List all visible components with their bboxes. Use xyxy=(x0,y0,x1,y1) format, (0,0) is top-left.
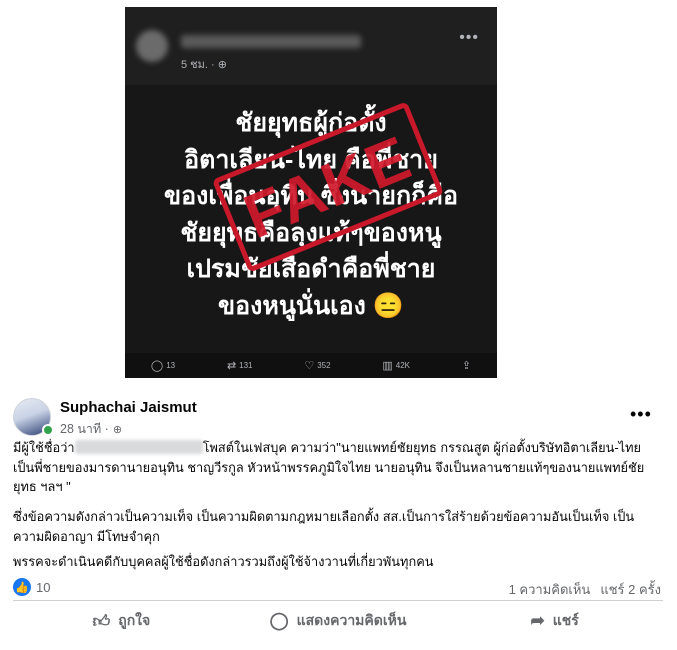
embedded-time-text: 5 ชม. xyxy=(181,59,208,71)
comment-button[interactable]: ◯ แสดงความคิดเห็น xyxy=(230,604,447,638)
engagement-stats: 1 ความคิดเห็น แชร์ 2 ครั้ง xyxy=(509,579,661,600)
post-paragraph-1: มีผู้ใช้ชื่อว่า โพสต์ในเฟสบุค ความว่า"นาย… xyxy=(13,438,663,497)
reaction-summary[interactable]: 👍 10 xyxy=(13,578,50,596)
embedded-post-stats: ◯ 13 ⇄ 131 ♡ 352 ▥ 42K ⇪ xyxy=(125,353,497,378)
embedded-post-time: 5 ชม. · ⊕ xyxy=(181,55,227,73)
like-label: ถูกใจ xyxy=(118,612,151,628)
heart-stat: ♡ 352 xyxy=(304,359,330,372)
share-button[interactable]: ➦ แชร์ xyxy=(446,604,663,638)
more-options-icon[interactable]: ••• xyxy=(630,404,652,425)
blurred-avatar xyxy=(136,30,168,62)
action-bar: 👍︎ ถูกใจ ◯ แสดงความคิดเห็น ➦ แชร์ xyxy=(13,604,663,638)
comment-count: 13 xyxy=(166,361,176,370)
views-count: 42K xyxy=(395,361,411,370)
post-paragraph-3: พรรคจะดำเนินคดีกับบุคคลผู้ใช้ชื่อดังกล่า… xyxy=(13,554,434,569)
views-stat: ▥ 42K xyxy=(382,359,410,372)
comment-bubble-icon: ◯ xyxy=(269,611,289,630)
share-arrow-icon: ➦ xyxy=(530,611,545,630)
author-name[interactable]: Suphachai Jaismut xyxy=(60,399,197,416)
globe-icon: ⊕ xyxy=(112,423,123,436)
repost-icon: ⇄ xyxy=(226,360,237,372)
repost-count: 131 xyxy=(239,361,253,370)
para1-prefix: มีผู้ใช้ชื่อว่า xyxy=(13,440,75,455)
comment-icon: ◯ xyxy=(150,360,164,372)
repost-stat: ⇄ 131 xyxy=(227,359,253,372)
share-icon: ⇪ xyxy=(461,360,472,372)
heart-count: 352 xyxy=(317,361,331,370)
post-paragraph-2: ซึ่งข้อความดังกล่าวเป็นความเท็จ เป็นความ… xyxy=(13,509,635,544)
embedded-line: ของหนูนั่นเอง 😑 xyxy=(218,291,404,320)
online-status-dot xyxy=(42,424,54,436)
like-count: 10 xyxy=(36,579,51,595)
blurred-username xyxy=(74,440,203,454)
share-count-link[interactable]: แชร์ 2 ครั้ง xyxy=(600,579,661,600)
divider xyxy=(13,600,663,601)
embedded-post-image: 5 ชม. · ⊕ ••• ชัยยุทธผู้ก่อตั้ง อิตาเลีย… xyxy=(125,7,497,378)
like-button[interactable]: 👍︎ ถูกใจ xyxy=(13,604,230,638)
blurred-name xyxy=(181,35,361,48)
embedded-line: ชัยยุทธผู้ก่อตั้ง xyxy=(235,109,387,137)
views-icon: ▥ xyxy=(382,360,393,372)
share-stat: ⇪ xyxy=(462,359,471,372)
post-meta: 28 นาที · ⊕ xyxy=(60,419,122,439)
comment-label: แสดงความคิดเห็น xyxy=(296,612,407,628)
heart-icon: ♡ xyxy=(304,360,315,372)
thumbs-up-icon: 👍︎ xyxy=(92,611,111,631)
comment-count-link[interactable]: 1 ความคิดเห็น xyxy=(509,579,591,600)
more-icon: ••• xyxy=(459,29,479,46)
share-label: แชร์ xyxy=(552,612,579,628)
comment-stat: ◯ 13 xyxy=(151,359,175,372)
globe-icon: · ⊕ xyxy=(211,59,227,71)
embedded-line: เปรมชัยเสือดำคือพี่ชาย xyxy=(186,255,436,283)
like-reaction-icon: 👍 xyxy=(13,578,31,596)
embedded-post-header: 5 ชม. · ⊕ ••• xyxy=(125,7,497,85)
post-time[interactable]: 28 นาที · xyxy=(60,419,109,439)
